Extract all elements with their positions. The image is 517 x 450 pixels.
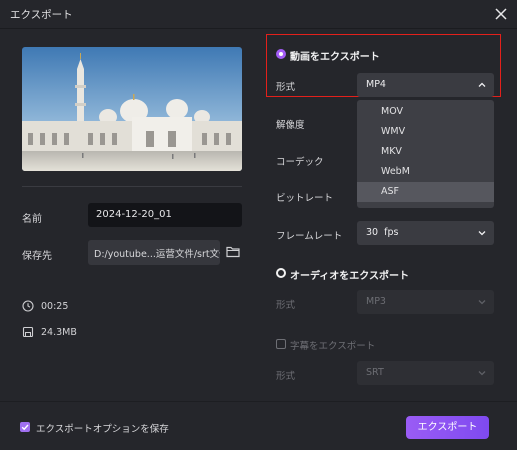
video-format-select[interactable]: MP4 <box>357 73 494 97</box>
framerate-label: フレームレート <box>276 231 343 242</box>
save-options-label: エクスポートオプションを保存 <box>36 424 169 435</box>
subtitle-format-value: SRT <box>366 367 384 378</box>
video-format-label: 形式 <box>276 82 296 93</box>
audio-export-radio[interactable] <box>276 268 286 278</box>
subtitle-export-label: 字幕をエクスポート <box>290 341 376 352</box>
video-export-radio[interactable] <box>276 49 286 59</box>
chevron-down-icon <box>478 231 486 236</box>
video-preview-thumbnail <box>22 47 242 171</box>
format-option-webm[interactable]: WebM <box>357 162 494 182</box>
subtitle-export-checkbox[interactable] <box>276 339 286 349</box>
checkmark-icon <box>21 424 29 431</box>
format-option-mkv[interactable]: MKV <box>357 142 494 162</box>
video-format-value: MP4 <box>366 79 386 90</box>
video-export-label: 動画をエクスポート <box>290 52 380 63</box>
footer-divider <box>0 401 517 402</box>
codec-label: コーデック <box>276 157 324 168</box>
subtitle-format-label: 形式 <box>276 371 296 382</box>
file-size-icon <box>22 326 34 338</box>
save-location-label: 保存先 <box>22 251 52 262</box>
export-button[interactable]: エクスポート <box>406 416 489 439</box>
duration-text: 00:25 <box>41 301 69 312</box>
audio-export-label: オーディオをエクスポート <box>290 271 409 282</box>
dialog-title: エクスポート <box>10 9 73 21</box>
format-option-wmv[interactable]: WMV <box>357 122 494 142</box>
audio-format-select[interactable]: MP3 <box>357 290 494 314</box>
audio-format-label: 形式 <box>276 300 296 311</box>
format-option-asf[interactable]: ASF <box>357 182 494 202</box>
close-button[interactable] <box>491 4 511 24</box>
chevron-up-icon <box>478 82 486 87</box>
export-dialog: エクスポート 名前 2024-12-20_01 保存先 D:/youtube..… <box>0 0 517 450</box>
save-options-checkbox[interactable] <box>20 422 30 432</box>
folder-icon[interactable] <box>226 245 240 258</box>
chevron-down-icon <box>478 300 486 305</box>
framerate-select[interactable]: 30 fps <box>357 221 494 245</box>
bitrate-label: ビットレート <box>276 193 334 204</box>
clock-icon <box>22 300 34 312</box>
title-divider <box>0 28 517 29</box>
save-path-field[interactable]: D:/youtube...运营文件/srt文件 <box>88 240 220 265</box>
subtitle-format-select[interactable]: SRT <box>357 361 494 385</box>
chevron-down-icon <box>478 371 486 376</box>
format-option-mov[interactable]: MOV <box>357 102 494 122</box>
format-dropdown-menu: MOV WMV MKV WebM ASF <box>357 100 494 208</box>
left-divider <box>22 186 242 187</box>
audio-format-value: MP3 <box>366 296 386 307</box>
resolution-label: 解像度 <box>276 120 305 131</box>
filename-input[interactable]: 2024-12-20_01 <box>88 203 242 227</box>
name-label: 名前 <box>22 214 42 225</box>
title-bar: エクスポート <box>0 0 517 28</box>
close-icon <box>495 8 507 20</box>
file-size-text: 24.3MB <box>41 327 77 338</box>
framerate-value: 30 fps <box>366 227 399 238</box>
